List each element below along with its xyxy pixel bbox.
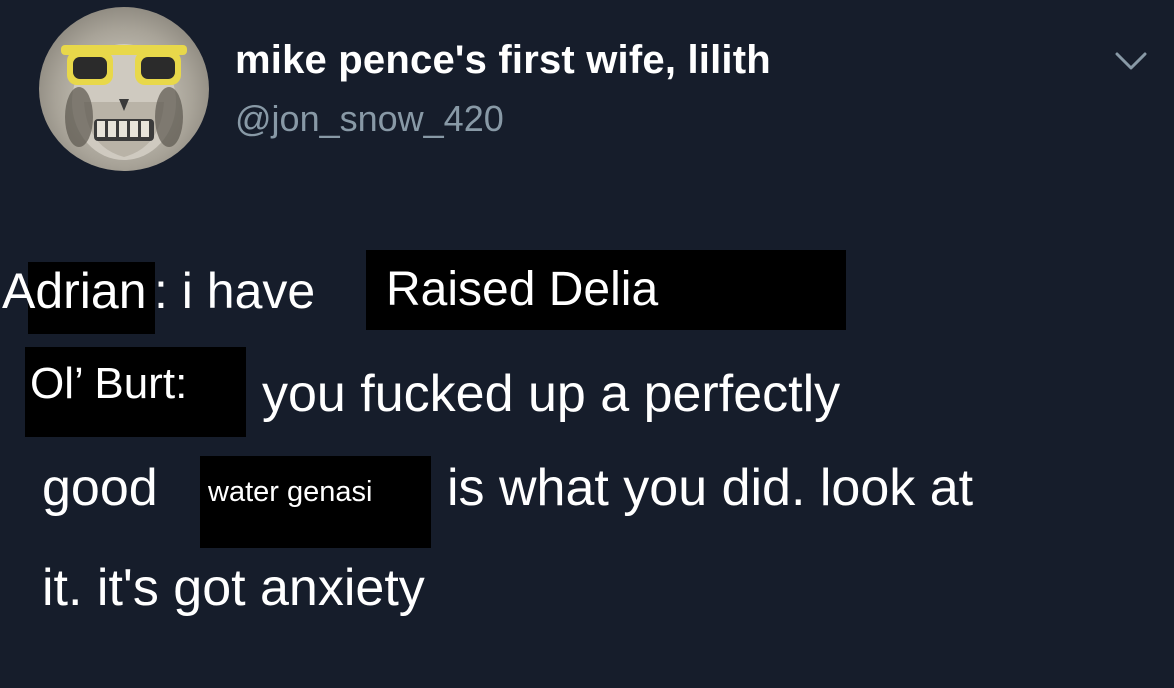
tweet-line-2-text: you fucked up a perfectly [262,365,841,423]
boxed-phrase-2: water genasi [208,476,373,508]
redaction-box-speaker-2: Ol’ Burt: [25,347,246,437]
redaction-box-phrase-2: water genasi [200,456,431,548]
display-name[interactable]: mike pence's first wife, lilith [235,38,771,83]
tweet-line-3-before: good [42,459,158,517]
user-handle[interactable]: @jon_snow_420 [235,98,504,140]
boxed-phrase-1: Raised Delia [386,263,659,316]
tweet-line-4-text: it. it's got anxiety [42,559,425,617]
avatar[interactable] [39,7,209,171]
tweet-line-1-text: : i have [154,263,316,319]
tweet-line-3-after: is what you did. look at [447,459,974,517]
chevron-down-icon[interactable] [1111,46,1151,74]
avatar-skull-sunglasses-icon [61,44,187,160]
redaction-box-phrase-1: Raised Delia [366,250,846,330]
tweet-card: mike pence's first wife, lilith @jon_sno… [0,0,1174,688]
tweet-line-1-speaker: Adrian [2,263,147,319]
speaker-2: Ol’ Burt: [30,359,188,408]
